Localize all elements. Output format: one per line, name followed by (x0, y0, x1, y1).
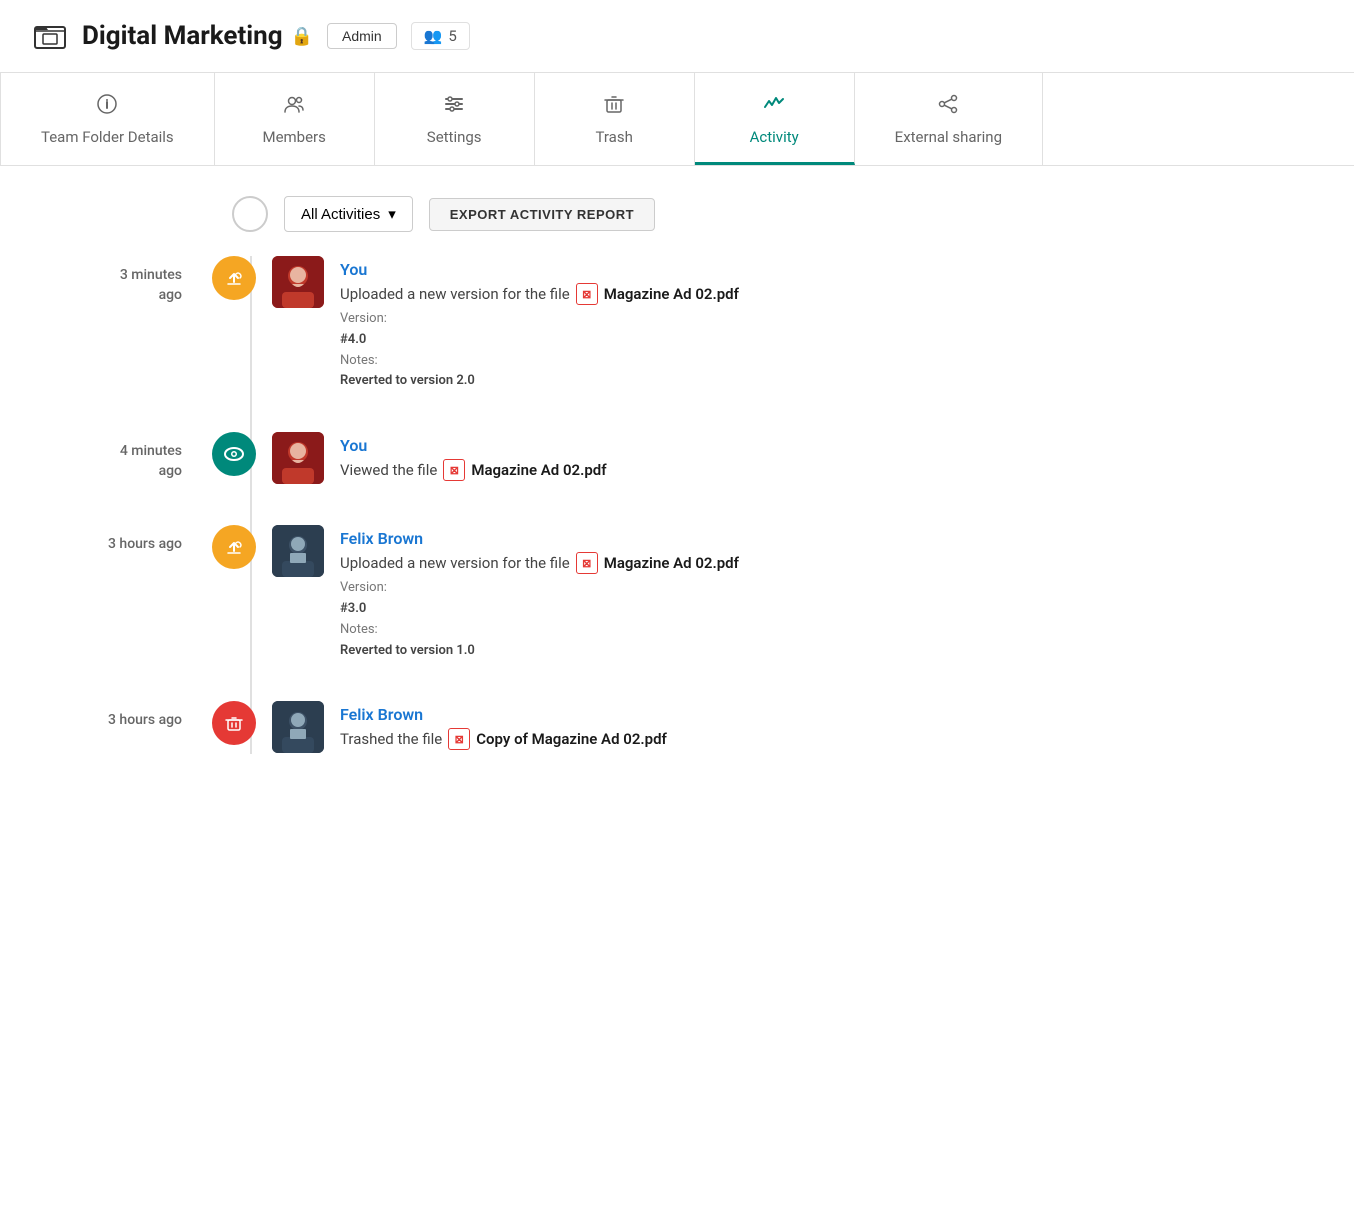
tab-icon-activity (763, 93, 785, 120)
activity-content: Felix Brown Trashed the file ⊠ Copy of M… (340, 701, 1322, 754)
avatar (272, 525, 324, 577)
members-count: 5 (448, 27, 456, 45)
tab-icon-members (283, 93, 305, 120)
activity-time: 3 hours ago (32, 525, 212, 555)
activity-content: You Viewed the file ⊠ Magazine Ad 02.pdf (340, 432, 1322, 485)
tab-icon-settings (443, 93, 465, 120)
tab-external-sharing[interactable]: External sharing (855, 73, 1043, 165)
tab-label: Members (262, 128, 325, 146)
tab-icon-external-sharing (937, 93, 959, 120)
activity-dot-upload (212, 256, 256, 300)
activity-description: Viewed the file ⊠ Magazine Ad 02.pdf (340, 459, 1322, 481)
activity-dot-view (212, 432, 256, 476)
pdf-icon: ⊠ (448, 728, 470, 750)
activity-user[interactable]: You (340, 436, 1322, 455)
activity-time: 3 minutesago (32, 256, 212, 305)
activity-user[interactable]: You (340, 260, 1322, 279)
activity-description: Uploaded a new version for the file ⊠ Ma… (340, 552, 1322, 574)
members-icon: 👥 (424, 27, 443, 45)
tab-label: Activity (750, 128, 799, 146)
pdf-icon: ⊠ (443, 459, 465, 481)
tab-label: Team Folder Details (41, 128, 174, 146)
avatar (272, 701, 324, 753)
activity-dot-trash (212, 701, 256, 745)
tabs: Team Folder Details Members Settings (0, 73, 1354, 166)
main-content: All Activities ▾ EXPORT ACTIVITY REPORT … (0, 166, 1354, 824)
activity-meta: Version: #3.0 Notes: Reverted to version… (340, 578, 1322, 661)
tab-label: Trash (595, 128, 632, 146)
folder-icon (32, 18, 68, 54)
activity-dot-upload (212, 525, 256, 569)
avatar (272, 256, 324, 308)
timeline-top-indicator (232, 196, 268, 232)
filter-bar: All Activities ▾ EXPORT ACTIVITY REPORT (232, 196, 1322, 232)
tab-members[interactable]: Members (215, 73, 375, 165)
activity-time: 3 hours ago (32, 701, 212, 731)
list-item: 4 minutesago You (32, 432, 1322, 485)
activity-content: You Uploaded a new version for the file … (340, 256, 1322, 392)
pdf-icon: ⊠ (576, 552, 598, 574)
dropdown-label: All Activities (301, 206, 380, 223)
activity-time: 4 minutesago (32, 432, 212, 481)
all-activities-dropdown[interactable]: All Activities ▾ (284, 196, 413, 232)
list-item: 3 hours ago (32, 701, 1322, 754)
members-badge[interactable]: 👥 5 (411, 22, 470, 50)
lock-icon: 🔒 (291, 26, 313, 47)
activity-content: Felix Brown Uploaded a new version for t… (340, 525, 1322, 661)
header: Digital Marketing 🔒 Admin 👥 5 (0, 0, 1354, 73)
pdf-icon: ⊠ (576, 283, 598, 305)
list-item: 3 minutesago You (32, 256, 1322, 392)
list-item: 3 hours ago Felix Brown (32, 525, 1322, 661)
export-activity-report-button[interactable]: EXPORT ACTIVITY REPORT (429, 198, 655, 231)
tab-icon-trash (603, 93, 625, 120)
activity-meta: Version: #4.0 Notes: Reverted to version… (340, 309, 1322, 392)
avatar (272, 432, 324, 484)
tab-label: Settings (427, 128, 482, 146)
activity-user[interactable]: Felix Brown (340, 529, 1322, 548)
activity-description: Trashed the file ⊠ Copy of Magazine Ad 0… (340, 728, 1322, 750)
activity-user[interactable]: Felix Brown (340, 705, 1322, 724)
chevron-down-icon: ▾ (388, 205, 396, 223)
tab-trash[interactable]: Trash (535, 73, 695, 165)
admin-badge[interactable]: Admin (327, 23, 397, 49)
timeline: 3 minutesago You (32, 256, 1322, 754)
tab-label: External sharing (895, 128, 1002, 146)
tab-activity[interactable]: Activity (695, 73, 855, 165)
tab-team-folder-details[interactable]: Team Folder Details (0, 73, 215, 165)
tab-settings[interactable]: Settings (375, 73, 535, 165)
activity-description: Uploaded a new version for the file ⊠ Ma… (340, 283, 1322, 305)
tab-icon-info (96, 93, 118, 120)
page-title: Digital Marketing 🔒 (82, 21, 313, 51)
